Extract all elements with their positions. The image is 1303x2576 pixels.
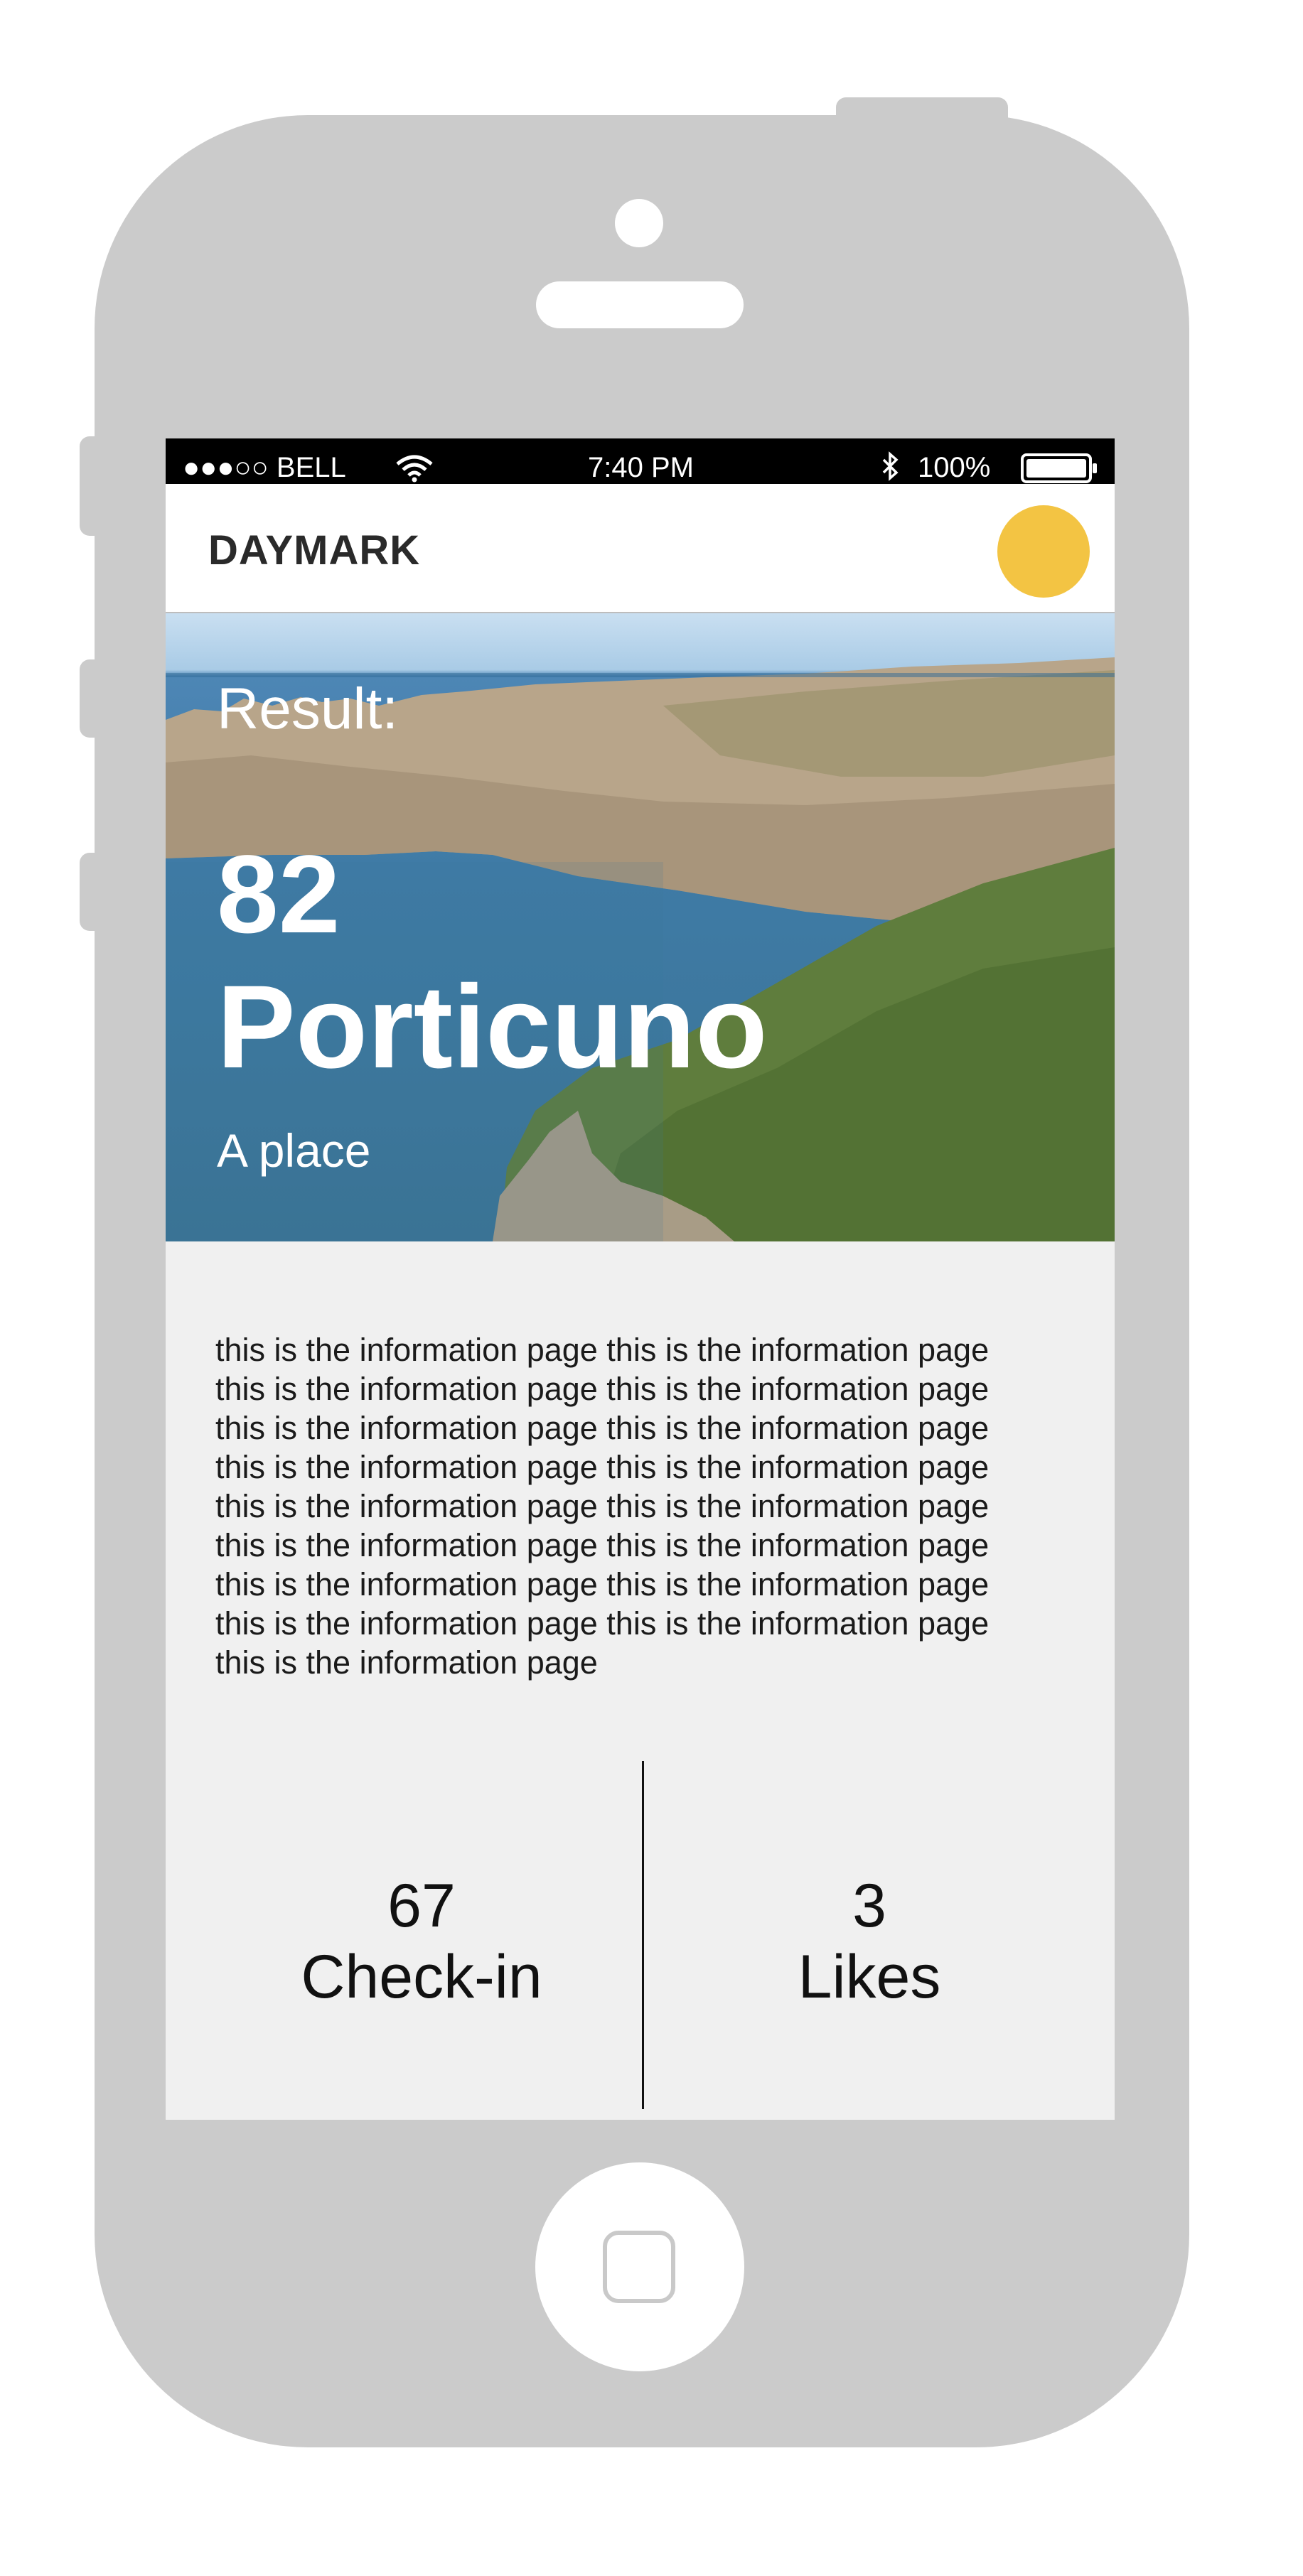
checkin-stat[interactable]: 67 Check-in — [244, 1870, 599, 2012]
info-line: this is the information page this is the… — [215, 1605, 990, 1642]
checkin-label: Check-in — [301, 1943, 542, 2011]
profile-avatar[interactable] — [997, 505, 1090, 598]
status-bar: ●●●○○ BELL 7:40 PM 100% — [166, 438, 1115, 484]
result-label: Result: — [217, 677, 399, 741]
info-text: this is the information page this is the… — [215, 1330, 1068, 1682]
app-header: DAYMARK — [166, 484, 1115, 613]
info-line: this is the information page this is the… — [215, 1527, 990, 1563]
place-name: Porticuno — [217, 961, 768, 1093]
battery-icon — [1021, 453, 1097, 483]
stats-divider — [642, 1761, 644, 2109]
front-camera — [615, 199, 663, 247]
result-number: 82 — [217, 833, 341, 956]
battery-percent: 100% — [918, 452, 991, 483]
phone-screen: ●●●○○ BELL 7:40 PM 100% DAYMARK Result: … — [166, 438, 1115, 2120]
likes-count: 3 — [852, 1872, 886, 1940]
info-line: this is the information page this is the… — [215, 1566, 990, 1602]
likes-label: Likes — [798, 1943, 941, 2011]
info-line: this is the information page this is the… — [215, 1488, 990, 1524]
wifi-icon — [396, 455, 433, 483]
carrier-label: ●●●○○ BELL — [183, 452, 346, 483]
home-square-icon — [603, 2231, 675, 2303]
bluetooth-icon — [882, 451, 899, 481]
info-line: this is the information page this is the… — [215, 1371, 990, 1407]
checkin-count: 67 — [387, 1872, 456, 1940]
likes-stat[interactable]: 3 Likes — [692, 1870, 1047, 2012]
earpiece-speaker — [536, 281, 744, 328]
clock: 7:40 PM — [588, 452, 694, 483]
place-subtitle: A place — [217, 1124, 371, 1177]
info-line: this is the information page this is the… — [215, 1332, 990, 1368]
app-title: DAYMARK — [208, 527, 421, 573]
hero-image: Result: 82 Porticuno A place — [166, 613, 1115, 1241]
info-line: this is the information page — [215, 1644, 598, 1681]
info-line: this is the information page this is the… — [215, 1449, 990, 1485]
info-line: this is the information page this is the… — [215, 1410, 990, 1446]
